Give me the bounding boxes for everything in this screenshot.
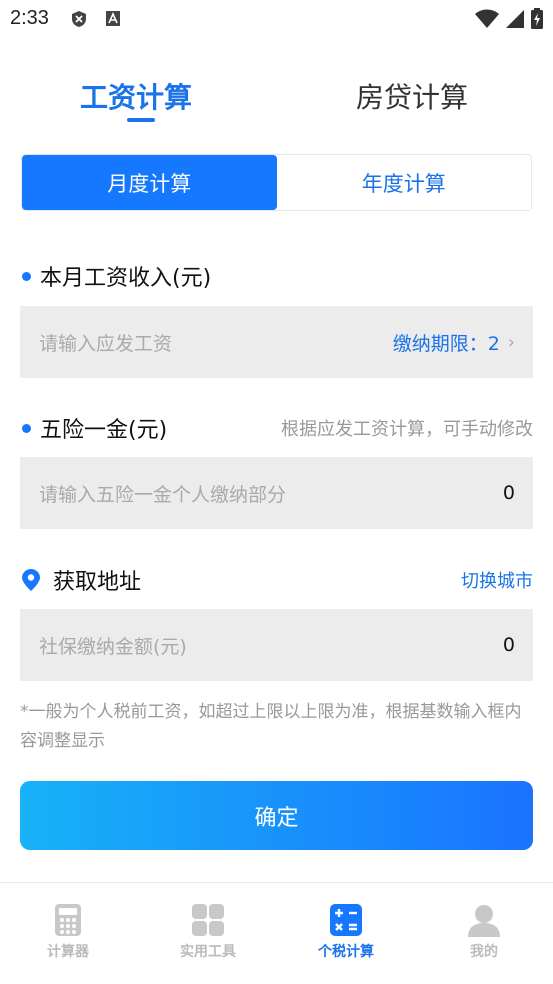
bottom-nav: 计算器 实用工具 个税计算 我的 [0,882,553,984]
nav-mine[interactable]: 我的 [434,903,534,961]
insurance-hint: 根据应发工资计算，可手动修改 [281,419,533,440]
grid-icon [192,904,224,936]
segment-yearly[interactable]: 年度计算 [276,155,531,210]
chevron-right-icon: › [507,331,515,353]
note-text: *一般为个人税前工资，如超过上限以上限为准，根据基数输入框内容调整显示 [20,702,522,751]
tab-mortgage-calc[interactable]: 房贷计算 [356,76,468,116]
user-icon [468,905,500,937]
nav-calculator-label: 计算器 [47,944,89,960]
period-segment: 月度计算 年度计算 [21,154,532,211]
nav-tax-calc[interactable]: 个税计算 [296,903,396,961]
location-label: 获取地址 [22,564,141,596]
location-pin-icon [22,569,40,591]
location-label-text: 获取地址 [53,570,142,595]
tab-salary-calc[interactable]: 工资计算 [80,76,192,116]
bullet-dot [22,423,31,433]
shield-icon [72,11,86,27]
nav-mine-label: 我的 [470,944,498,960]
nav-tools[interactable]: 实用工具 [158,903,258,961]
insurance-label-text: 五险一金(元) [40,418,168,443]
payment-period-label: 缴纳期限：2 [392,332,500,355]
status-time: 2:33 [10,7,49,29]
social-security-placeholder: 社保缴纳金额(元) [39,635,187,658]
insurance-input[interactable]: 请输入五险一金个人缴纳部分 0 [20,457,533,529]
wifi-icon [475,9,499,28]
bullet-dot [22,271,31,281]
nav-tax-calc-label: 个税计算 [318,944,374,960]
income-placeholder: 请输入应发工资 [39,332,173,355]
payment-period-selector[interactable]: 缴纳期限：2 › [393,329,515,356]
tax-calculator-icon [330,904,362,936]
insurance-value: 0 [502,482,515,504]
switch-city-link[interactable]: 切换城市 [461,567,533,593]
calculator-icon [55,904,81,936]
confirm-button[interactable]: 确定 [20,781,533,850]
social-security-input[interactable]: 社保缴纳金额(元) 0 [20,609,533,681]
battery-icon [531,8,543,29]
income-input[interactable]: 请输入应发工资 缴纳期限：2 › [20,306,533,378]
nav-calculator[interactable]: 计算器 [18,903,118,961]
nav-tools-label: 实用工具 [180,944,236,960]
insurance-placeholder: 请输入五险一金个人缴纳部分 [39,483,287,506]
segment-monthly[interactable]: 月度计算 [22,155,277,210]
income-label: 本月工资收入(元) [22,260,211,292]
tab-active-indicator [127,118,155,122]
status-bar: 2:33 [0,0,553,38]
signal-icon [506,9,524,28]
font-icon [106,11,120,26]
social-security-value: 0 [502,634,515,656]
insurance-label: 五险一金(元) [22,412,167,444]
income-label-text: 本月工资收入(元) [40,266,212,291]
